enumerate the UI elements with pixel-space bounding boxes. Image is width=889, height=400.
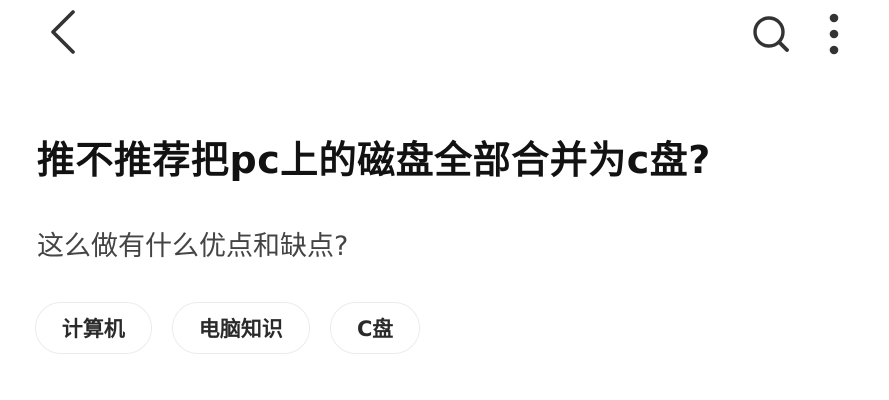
question-description: 这么做有什么优点和缺点? xyxy=(37,231,349,262)
tag-computer[interactable]: 计算机 xyxy=(35,302,152,354)
tag-computer-knowledge[interactable]: 电脑知识 xyxy=(172,302,310,354)
top-bar xyxy=(0,0,889,70)
back-button[interactable] xyxy=(38,4,88,60)
question-title: 推不推荐把pc上的磁盘全部合并为c盘? xyxy=(37,138,711,182)
more-options-button[interactable] xyxy=(812,6,856,62)
chevron-left-icon xyxy=(51,10,75,54)
tag-c-drive[interactable]: C盘 xyxy=(330,302,421,354)
topic-tags: 计算机 电脑知识 C盘 xyxy=(35,302,421,354)
search-icon xyxy=(753,16,789,52)
more-vertical-icon xyxy=(829,13,839,55)
search-button[interactable] xyxy=(745,8,797,60)
